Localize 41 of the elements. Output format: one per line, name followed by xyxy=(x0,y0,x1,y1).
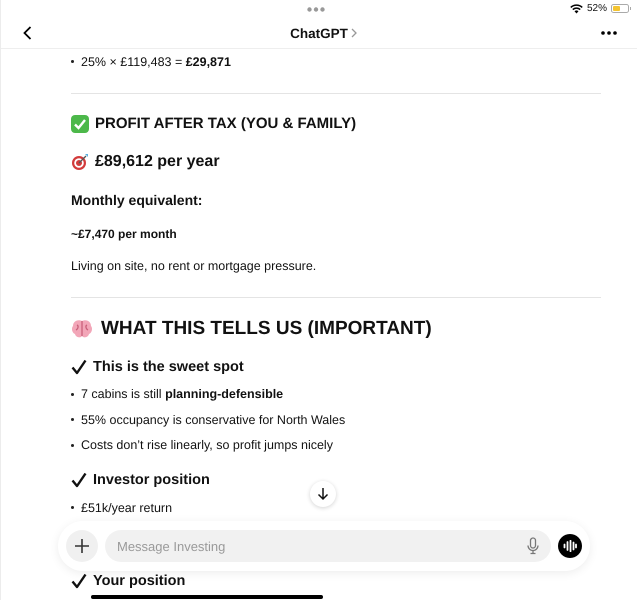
list-item-text: 55% occupancy is conservative for North Wales xyxy=(81,412,346,427)
waveform-icon xyxy=(563,540,577,552)
list-item-text: £51k/year return xyxy=(81,500,172,515)
checkmark-icon xyxy=(71,358,87,374)
battery-percentage: 52% xyxy=(586,3,607,14)
bullet-icon xyxy=(71,418,74,422)
heading: £89,612 per year xyxy=(95,152,220,170)
multitask-dots-icon[interactable] xyxy=(307,6,325,12)
heading: WHAT THIS TELLS US (IMPORTANT) xyxy=(101,318,432,340)
checkmark-icon xyxy=(71,572,87,588)
conversation-title[interactable]: ChatGPT xyxy=(290,26,357,40)
back-icon[interactable] xyxy=(23,26,32,40)
subheading: Monthly equivalent: xyxy=(71,190,204,210)
more-icon[interactable] xyxy=(600,31,617,35)
bullet-icon xyxy=(71,60,74,64)
list-item-text: 25% × £119,483 = £29,871 xyxy=(81,54,231,69)
chevron-icon[interactable] xyxy=(350,28,357,38)
wifi-icon xyxy=(570,4,583,14)
scroll-down-button[interactable] xyxy=(310,481,336,507)
heading: Your position xyxy=(93,572,186,588)
message-field[interactable]: Message Investing xyxy=(105,530,551,562)
add-button[interactable] xyxy=(66,530,98,562)
target-icon xyxy=(71,152,89,170)
bullet-icon xyxy=(71,392,74,396)
heading: PROFIT AFTER TAX (YOU & FAMILY) xyxy=(95,115,356,132)
battery-icon xyxy=(611,4,629,13)
arrow-down-icon xyxy=(317,487,329,501)
checkbox-icon xyxy=(71,114,89,132)
brain-icon xyxy=(71,318,93,338)
microphone-icon[interactable] xyxy=(527,537,539,555)
list-item-text: 7 cabins is still planning-defensible xyxy=(81,387,284,402)
bullet-icon xyxy=(71,444,74,447)
list-item-text: Costs don’t rise linearly, so profit jumps nicely xyxy=(81,438,333,452)
amount-text: ~£7,470 per month xyxy=(71,226,178,242)
voice-mode-button[interactable] xyxy=(558,534,582,558)
plus-icon xyxy=(74,538,90,554)
bullet-icon xyxy=(71,506,74,510)
paragraph: Living on site, no rent or mortgage pressure. xyxy=(71,258,318,275)
heading: Investor position xyxy=(93,472,210,488)
checkmark-icon xyxy=(71,472,87,488)
heading: This is the sweet spot xyxy=(93,358,244,374)
